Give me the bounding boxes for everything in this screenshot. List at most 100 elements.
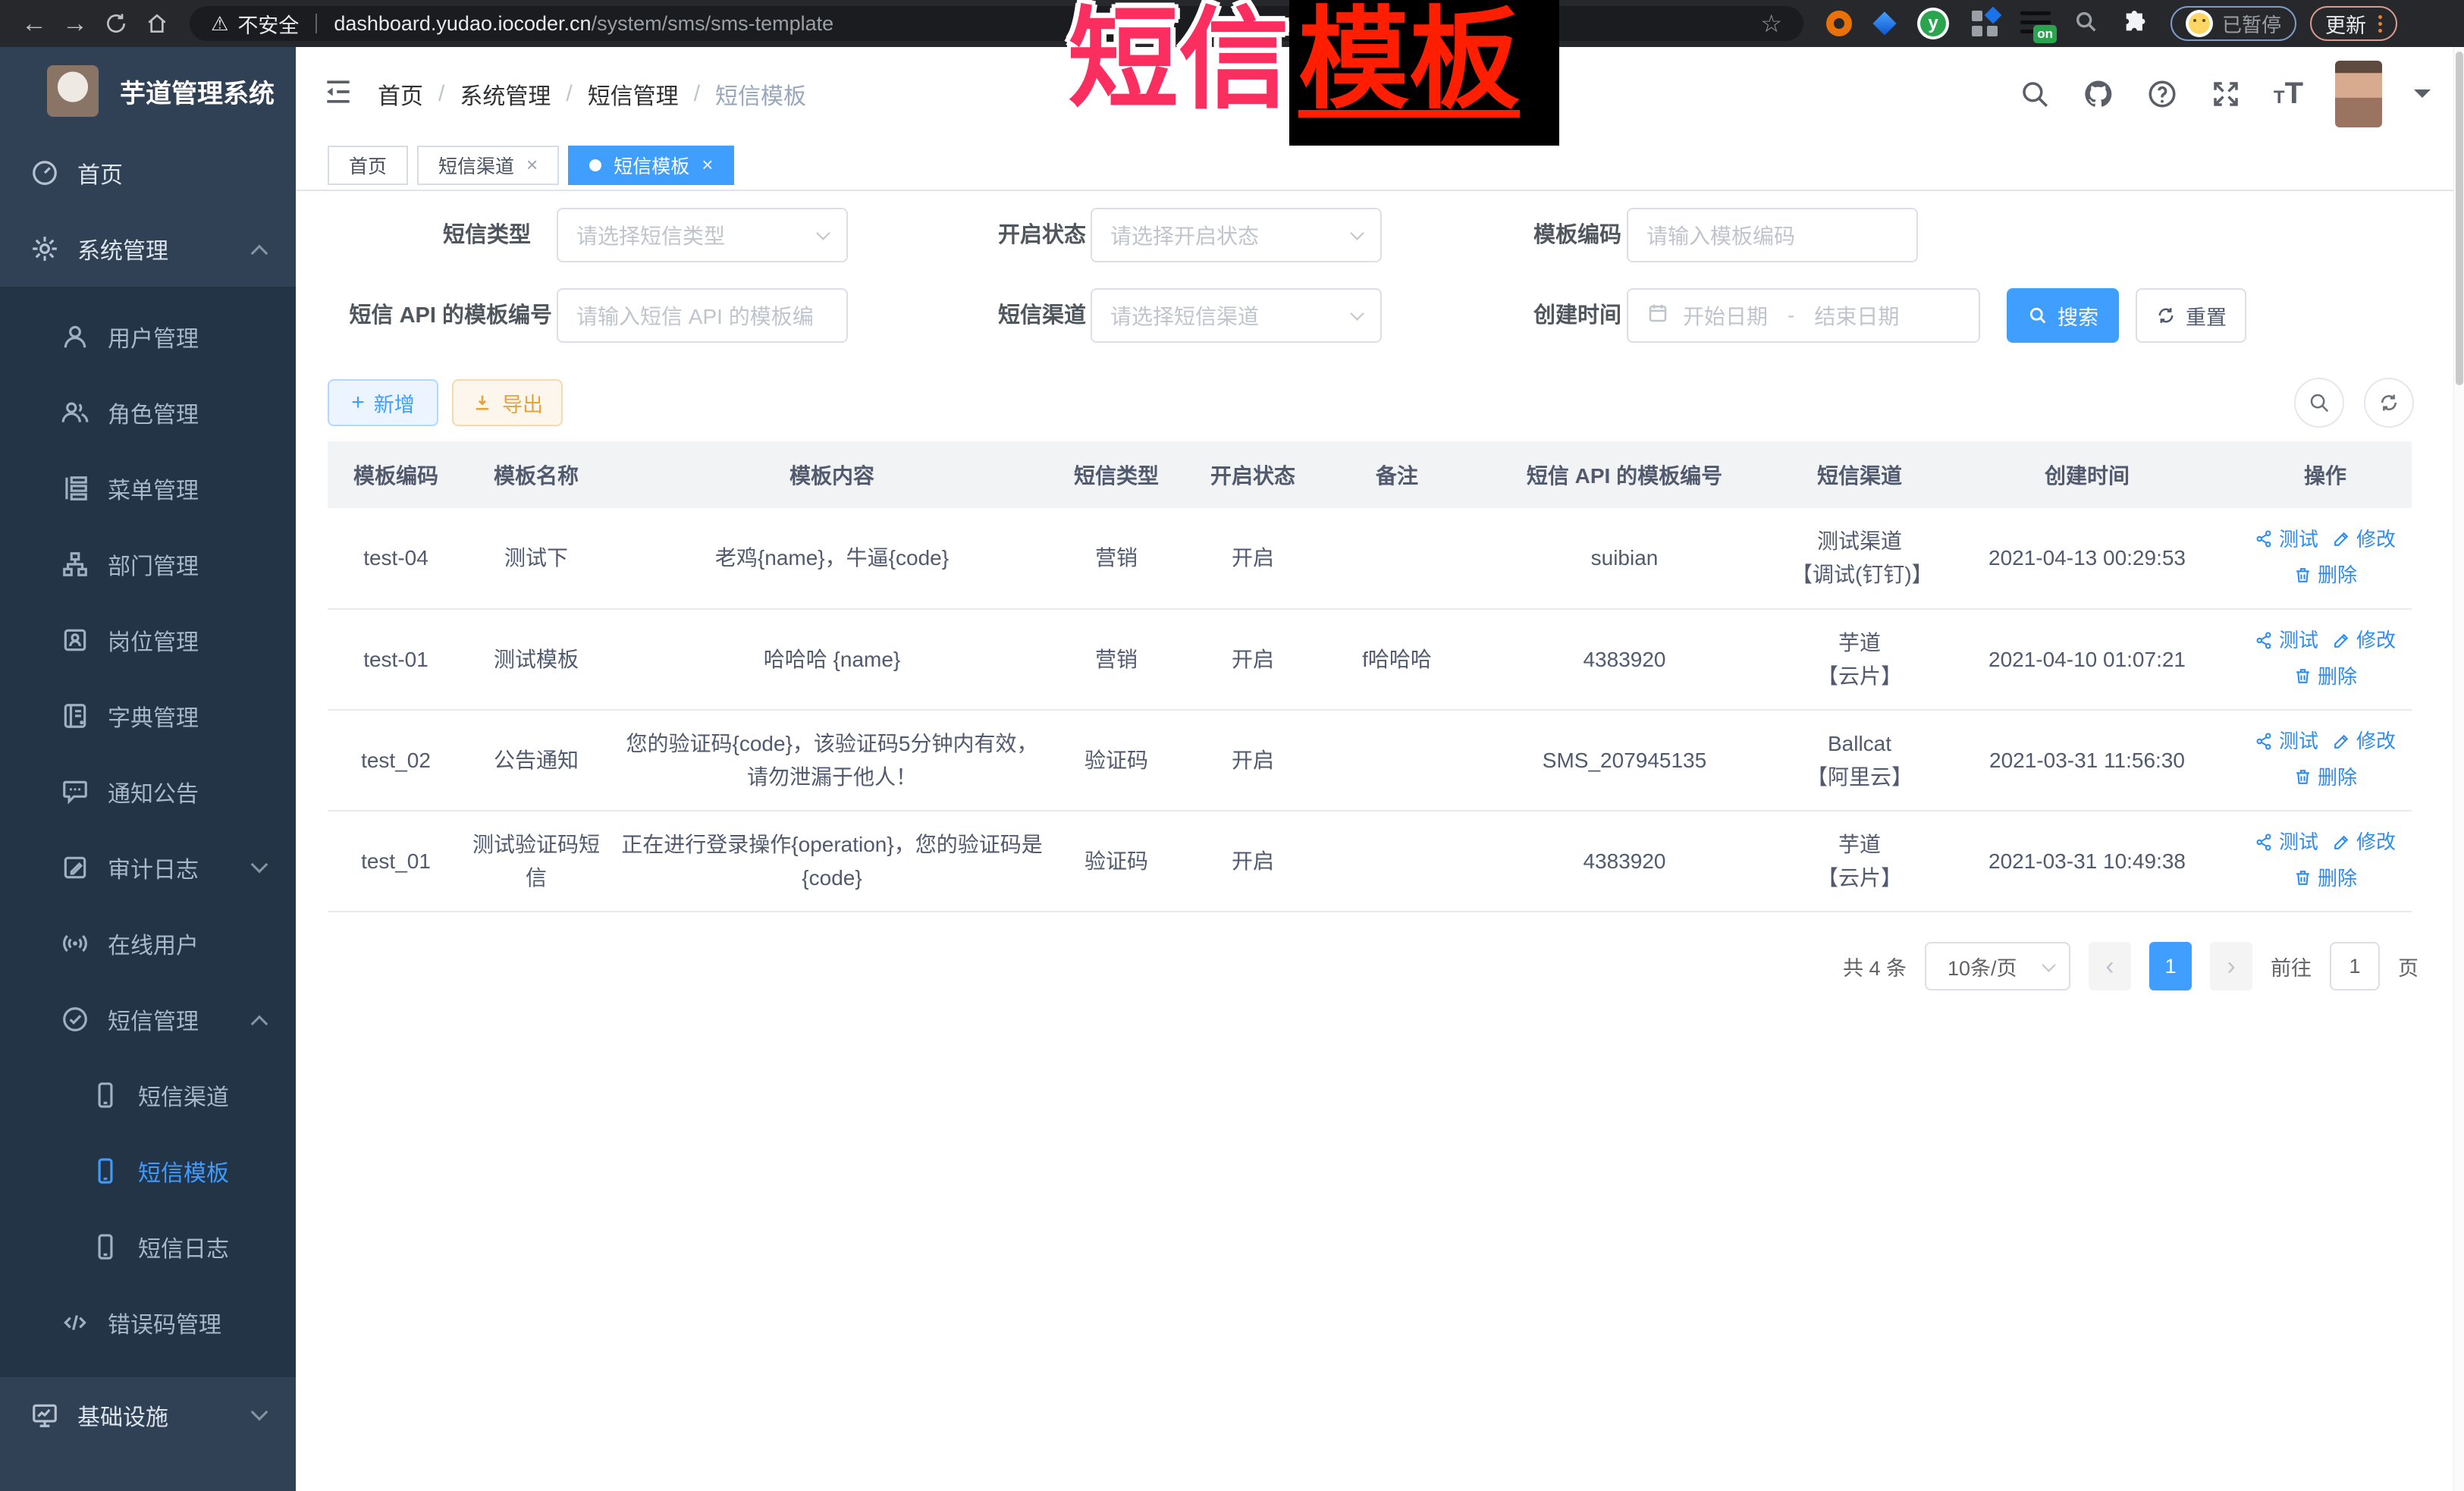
- date-end[interactable]: 结束日期: [1814, 300, 1899, 331]
- delete-link[interactable]: 删除: [2293, 761, 2357, 794]
- channel-select[interactable]: 请选择短信渠道: [1091, 288, 1382, 343]
- search-button[interactable]: 搜索: [2007, 288, 2119, 343]
- profile-paused-badge[interactable]: 已暂停: [2171, 6, 2296, 41]
- sidebar-item-sms[interactable]: 短信管理: [0, 981, 296, 1057]
- reset-button[interactable]: 重置: [2136, 288, 2246, 343]
- date-start[interactable]: 开始日期: [1683, 300, 1768, 331]
- sidebar-item-menus[interactable]: 菜单管理: [0, 450, 296, 526]
- prev-page-button[interactable]: ‹: [2089, 942, 2131, 990]
- phone-icon: [91, 1232, 120, 1261]
- github-icon[interactable]: [2083, 78, 2114, 110]
- test-link[interactable]: 测试: [2255, 825, 2318, 859]
- delete-link[interactable]: 删除: [2293, 862, 2357, 895]
- sms-type-select[interactable]: 请选择短信类型: [557, 208, 848, 262]
- update-button[interactable]: 更新: [2310, 6, 2397, 41]
- tab-sms-template[interactable]: 短信模板 ×: [568, 146, 734, 185]
- scrollbar-thumb[interactable]: [2456, 52, 2463, 385]
- extension-grid-icon[interactable]: [1972, 11, 1998, 36]
- font-size-icon[interactable]: TT: [2274, 77, 2303, 111]
- template-code-input[interactable]: 请输入模板编码: [1627, 208, 1918, 262]
- screen: ← → ⚠ 不安全 dashboard.yudao.iocoder.cn/sys…: [0, 0, 2464, 1491]
- page-size-select[interactable]: 10条/页: [1925, 942, 2070, 990]
- breadcrumb-sms[interactable]: 短信管理: [588, 77, 679, 111]
- sidebar-item-system[interactable]: 系统管理: [0, 211, 296, 287]
- fullscreen-icon[interactable]: [2210, 78, 2242, 110]
- goto-page-input[interactable]: [2330, 942, 2380, 990]
- refresh-table-icon[interactable]: [2364, 378, 2414, 428]
- export-button[interactable]: 导出: [452, 379, 563, 426]
- tab-home[interactable]: 首页: [328, 146, 408, 185]
- avatar-caret-icon[interactable]: [2414, 89, 2431, 106]
- scrollbar[interactable]: [2453, 47, 2464, 1491]
- edit-icon: [2332, 833, 2351, 852]
- phone-icon: [91, 1081, 120, 1110]
- sidebar-item-infrastructure[interactable]: 基础设施: [0, 1377, 296, 1453]
- table-header-row: 模板编码 模板名称 模板内容 短信类型 开启状态 备注 短信 API 的模板编号…: [328, 441, 2412, 508]
- bookmark-star-icon[interactable]: ☆: [1760, 9, 1782, 38]
- delete-link[interactable]: 删除: [2293, 558, 2357, 592]
- test-link[interactable]: 测试: [2255, 724, 2318, 758]
- avatar[interactable]: [2335, 61, 2382, 127]
- org-tree-icon: [61, 550, 89, 579]
- user-icon: [61, 322, 89, 351]
- test-link[interactable]: 测试: [2255, 623, 2318, 657]
- show-search-icon[interactable]: [2294, 378, 2344, 428]
- sidebar-item-sms-template[interactable]: 短信模板: [0, 1133, 296, 1209]
- edit-link[interactable]: 修改: [2332, 825, 2396, 859]
- search-icon: [2027, 305, 2048, 326]
- breadcrumb-system[interactable]: 系统管理: [460, 77, 551, 111]
- collapse-sidebar-icon[interactable]: [322, 75, 355, 112]
- app-logo-row[interactable]: 芋道管理系统: [0, 47, 296, 135]
- total-count: 共 4 条: [1843, 952, 1907, 981]
- status-select[interactable]: 请选择开启状态: [1091, 208, 1382, 262]
- sidebar-item-dict[interactable]: 字典管理: [0, 678, 296, 754]
- current-page[interactable]: 1: [2149, 942, 2192, 990]
- sidebar-item-sms-log[interactable]: 短信日志: [0, 1209, 296, 1285]
- trash-icon: [2293, 767, 2312, 786]
- add-button[interactable]: + 新增: [328, 379, 438, 426]
- extension-tabs-icon[interactable]: on: [2020, 10, 2051, 37]
- api-template-input[interactable]: 请输入短信 API 的模板编: [557, 288, 848, 343]
- sidebar-item-audit-log[interactable]: 审计日志: [0, 830, 296, 906]
- update-label: 更新: [2325, 9, 2366, 39]
- table-row: test_01 测试验证码短信 正在进行登录操作{operation}，您的验证…: [328, 811, 2412, 912]
- address-bar[interactable]: ⚠ 不安全 dashboard.yudao.iocoder.cn/system/…: [190, 6, 1803, 41]
- back-icon[interactable]: ←: [14, 6, 55, 41]
- reload-icon[interactable]: [96, 6, 137, 41]
- forward-icon[interactable]: →: [55, 6, 96, 41]
- delete-link[interactable]: 删除: [2293, 660, 2357, 693]
- search-icon[interactable]: [2019, 78, 2051, 110]
- home-icon[interactable]: [137, 6, 177, 41]
- help-icon[interactable]: [2146, 78, 2178, 110]
- col-template-content: 模板内容: [608, 441, 1056, 508]
- sidebar-item-roles[interactable]: 角色管理: [0, 375, 296, 450]
- trash-icon: [2293, 868, 2312, 887]
- col-api-id: 短信 API 的模板编号: [1465, 441, 1784, 508]
- sidebar-item-error-codes[interactable]: 错误码管理: [0, 1285, 296, 1361]
- breadcrumb-home[interactable]: 首页: [378, 77, 423, 111]
- next-page-button[interactable]: ›: [2210, 942, 2252, 990]
- sidebar-item-announcements[interactable]: 通知公告: [0, 754, 296, 830]
- sidebar-item-departments[interactable]: 部门管理: [0, 526, 296, 602]
- extension-y-icon[interactable]: y: [1917, 8, 1949, 39]
- browser-menu-icon[interactable]: [2378, 15, 2382, 33]
- extension-diamond-icon[interactable]: [1872, 11, 1896, 35]
- extension-search-icon[interactable]: [2073, 9, 2099, 39]
- extensions-puzzle-icon[interactable]: [2122, 9, 2148, 39]
- sidebar-item-online-users[interactable]: 在线用户: [0, 906, 296, 981]
- sidebar-item-users[interactable]: 用户管理: [0, 299, 296, 375]
- url-host: dashboard.yudao.iocoder.cn: [334, 12, 591, 36]
- close-icon[interactable]: ×: [526, 153, 538, 177]
- test-link[interactable]: 测试: [2255, 523, 2318, 556]
- create-time-label: 创建时间: [1405, 288, 1621, 343]
- edit-link[interactable]: 修改: [2332, 523, 2396, 556]
- date-range-picker[interactable]: 开始日期 - 结束日期: [1627, 288, 1980, 343]
- tab-sms-channel[interactable]: 短信渠道 ×: [417, 146, 559, 185]
- sidebar-item-home[interactable]: 首页: [0, 135, 296, 211]
- close-icon[interactable]: ×: [702, 153, 713, 177]
- extension-ring-icon[interactable]: [1826, 11, 1852, 36]
- edit-link[interactable]: 修改: [2332, 724, 2396, 758]
- edit-link[interactable]: 修改: [2332, 623, 2396, 657]
- sidebar-item-sms-channel[interactable]: 短信渠道: [0, 1057, 296, 1133]
- sidebar-item-posts[interactable]: 岗位管理: [0, 602, 296, 678]
